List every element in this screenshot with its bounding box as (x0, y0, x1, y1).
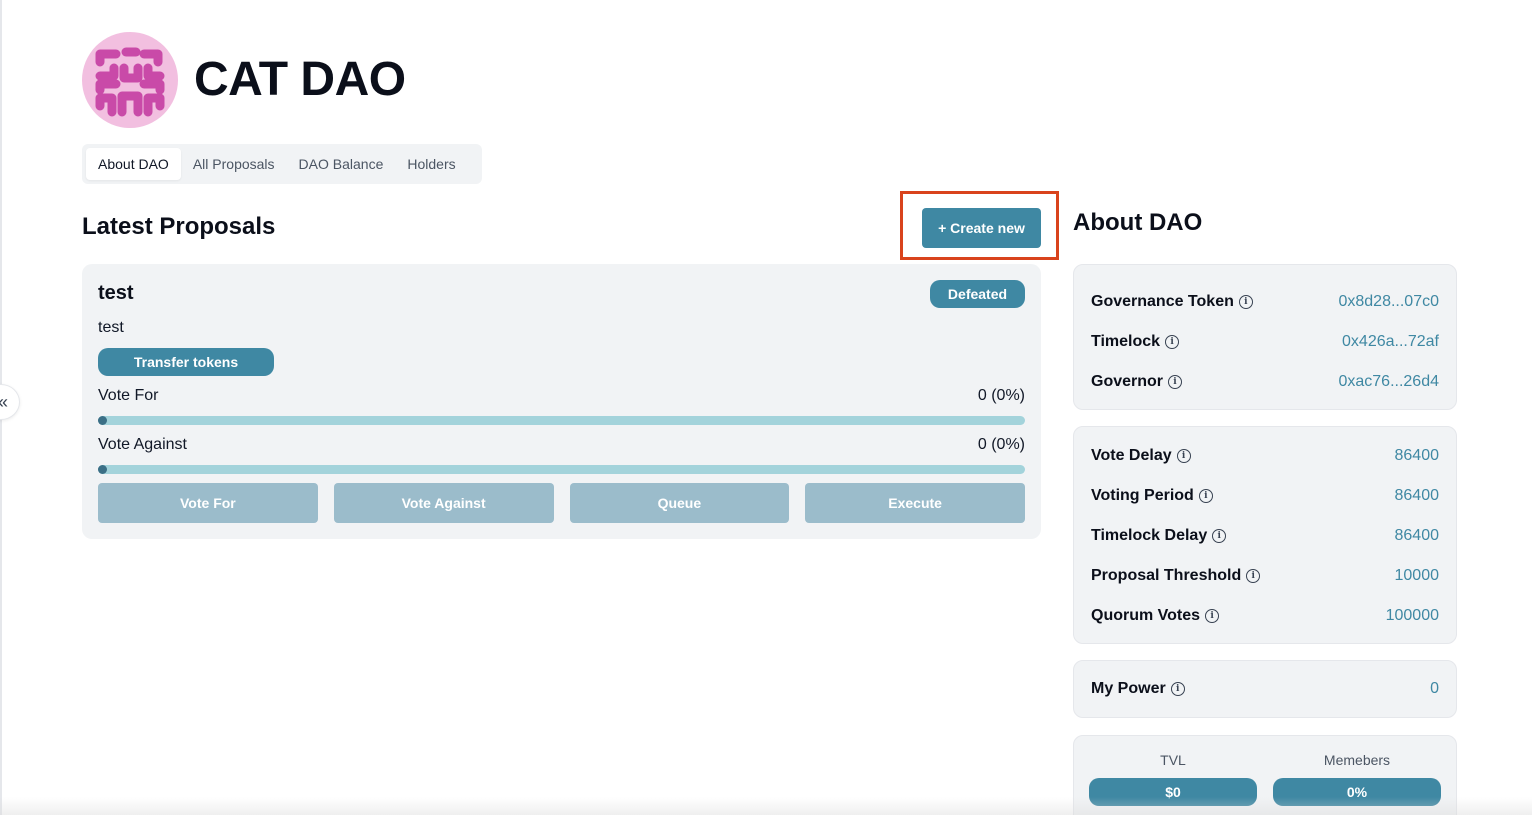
queue-button[interactable]: Queue (569, 483, 790, 523)
quorum-votes-label: Quorum Votes (1091, 607, 1201, 624)
dao-title: CAT DAO (194, 53, 406, 106)
vote-delay-row: Vote Delay i 86400 (1091, 444, 1439, 468)
timelock-delay-row: Timelock Delay i 86400 (1091, 524, 1439, 548)
page: « CAT DAO About DAO All Proposals DAO Ba… (0, 0, 1532, 815)
vote-for-progress (98, 416, 1025, 425)
governance-token-label: Governance Token (1091, 293, 1234, 310)
members-label: Memebers (1323, 752, 1391, 768)
my-power-value: 0 (1430, 680, 1439, 697)
timelock-label: Timelock (1091, 333, 1161, 350)
tvl-label: TVL (1160, 752, 1186, 768)
info-icon[interactable]: i (1168, 375, 1183, 389)
proposal-status-badge: Defeated (930, 280, 1025, 308)
vote-against-progress (98, 465, 1025, 474)
parameters-panel: Vote Delay i 86400 Voting Period i 86400 T… (1073, 426, 1457, 644)
info-icon[interactable]: i (1165, 335, 1180, 349)
my-power-panel: My Power i 0 (1073, 660, 1457, 718)
vote-for-value: 0 (0%) (977, 387, 1025, 404)
info-icon[interactable]: i (1246, 569, 1261, 583)
tab-all-proposals[interactable]: All Proposals (181, 148, 287, 180)
governance-token-row: Governance Token i 0x8d28...07c0 (1091, 290, 1439, 314)
info-icon[interactable]: i (1170, 682, 1185, 696)
governor-address[interactable]: 0xac76...26d4 (1338, 373, 1439, 391)
proposal-threshold-label: Proposal Threshold (1091, 567, 1242, 584)
tab-dao-balance[interactable]: DAO Balance (287, 148, 396, 180)
execute-button[interactable]: Execute (805, 483, 1025, 523)
voting-period-row: Voting Period i 86400 (1091, 484, 1439, 508)
vote-for-progress-fill (98, 416, 107, 425)
info-icon[interactable]: i (1198, 489, 1213, 503)
vote-against-label: Vote Against (98, 436, 187, 453)
scroll-shadow (0, 797, 1532, 815)
info-icon[interactable]: i (1205, 609, 1220, 623)
governor-row: Governor i 0xac76...26d4 (1091, 370, 1439, 394)
collapse-sidebar-button[interactable]: « (0, 384, 20, 420)
info-icon[interactable]: i (1212, 529, 1227, 543)
my-power-row: My Power i 0 (1091, 677, 1439, 701)
quorum-votes-row: Quorum Votes i 100000 (1091, 604, 1439, 628)
tab-about-dao[interactable]: About DAO (86, 148, 181, 180)
vote-against-progress-fill (98, 465, 107, 474)
governance-token-address[interactable]: 0x8d28...07c0 (1338, 293, 1439, 311)
vote-against-value: 0 (0%) (977, 436, 1025, 453)
tab-holders[interactable]: Holders (395, 148, 467, 180)
cat-dao-logo-icon (95, 47, 165, 117)
info-icon[interactable]: i (1238, 295, 1253, 309)
proposal-threshold-row: Proposal Threshold i 10000 (1091, 564, 1439, 588)
proposal-threshold-value: 10000 (1394, 567, 1440, 584)
timelock-delay-label: Timelock Delay (1091, 527, 1208, 544)
vote-for-button[interactable]: Vote For (98, 483, 318, 523)
proposal-card[interactable]: test Defeated test Transfer tokens Vote … (82, 264, 1041, 539)
quorum-votes-value: 100000 (1385, 607, 1439, 624)
vote-delay-label: Vote Delay (1091, 447, 1172, 464)
voting-period-label: Voting Period (1091, 487, 1194, 504)
vote-delay-value: 86400 (1394, 447, 1440, 464)
latest-proposals-heading: Latest Proposals (82, 213, 276, 240)
about-dao-heading: About DAO (1073, 209, 1203, 236)
addresses-panel: Governance Token i 0x8d28...07c0 Timelock… (1073, 264, 1457, 410)
create-new-proposal-button[interactable]: + Create new (922, 208, 1041, 248)
proposal-title: test (98, 282, 134, 304)
info-icon[interactable]: i (1176, 449, 1191, 463)
governor-label: Governor (1091, 373, 1164, 390)
proposal-action-tag: Transfer tokens (98, 348, 274, 376)
my-power-label: My Power (1091, 680, 1166, 697)
timelock-address[interactable]: 0x426a...72af (1342, 333, 1439, 351)
chevrons-left-icon: « (0, 392, 8, 413)
proposal-actions: Vote For Vote Against Queue Execute (98, 483, 1025, 523)
voting-period-value: 86400 (1394, 487, 1440, 504)
timelock-row: Timelock i 0x426a...72af (1091, 330, 1439, 354)
vote-for-label: Vote For (98, 387, 159, 404)
vote-for-row: Vote For 0 (0%) (98, 387, 1025, 405)
dao-avatar (82, 32, 178, 128)
timelock-delay-value: 86400 (1394, 527, 1440, 544)
vote-against-button[interactable]: Vote Against (333, 483, 554, 523)
proposal-description: test (98, 319, 124, 336)
tab-bar: About DAO All Proposals DAO Balance Hold… (82, 144, 482, 184)
vote-against-row: Vote Against 0 (0%) (98, 436, 1025, 454)
